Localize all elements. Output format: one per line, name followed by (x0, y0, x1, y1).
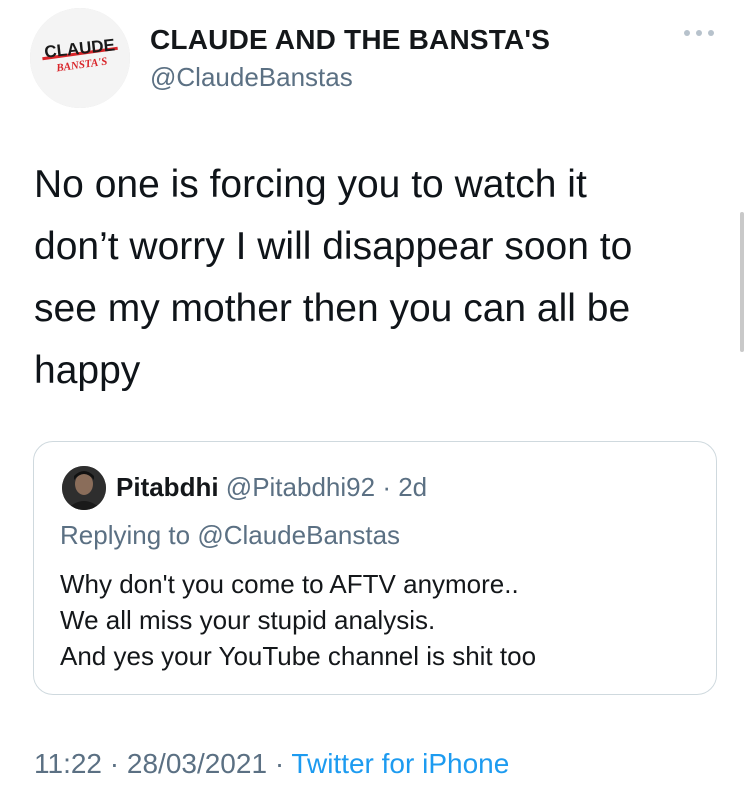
quoted-text-line: We all miss your stupid analysis. (60, 605, 436, 635)
person-avatar-icon (62, 466, 106, 510)
tweet-text-line: No one is forcing you to watch it (34, 163, 587, 206)
replying-to: Replying to @ClaudeBanstas (60, 520, 400, 551)
quoted-author-name[interactable]: Pitabdhi (116, 472, 219, 502)
quoted-author-handle[interactable]: @Pitabdhi92 (226, 472, 375, 502)
tweet-text-line: see my mother then you can all be (34, 287, 631, 330)
more-horizontal-icon[interactable] (682, 28, 716, 38)
author-avatar[interactable]: CLAUDE BANSTA'S (30, 8, 130, 108)
replying-label: Replying to (60, 520, 191, 550)
tweet-date[interactable]: 28/03/2021 (127, 748, 267, 779)
quoted-text: Why don't you come to AFTV anymore.. We … (60, 566, 536, 674)
tweet-source-link[interactable]: Twitter for iPhone (291, 748, 509, 779)
quoted-header: Pitabdhi @Pitabdhi92 · 2d (116, 472, 427, 503)
author-handle[interactable]: @ClaudeBanstas (150, 62, 353, 93)
tweet-text: No one is forcing you to watch it don’t … (34, 154, 714, 402)
quoted-text-line: And yes your YouTube channel is shit too (60, 641, 537, 671)
quoted-author-avatar[interactable] (62, 466, 106, 510)
author-display-name[interactable]: CLAUDE AND THE BANSTA'S (150, 24, 550, 56)
quoted-tweet[interactable]: Pitabdhi @Pitabdhi92 · 2d Replying to @C… (33, 441, 717, 695)
tweet-text-line: don’t worry I will disappear soon to (34, 225, 633, 268)
tweet-text-line: happy (34, 349, 141, 392)
quoted-age: 2d (398, 472, 428, 502)
tweet-footer: 11:22 · 28/03/2021 · Twitter for iPhone (34, 748, 509, 780)
separator-dot: · (382, 472, 391, 502)
tweet-time[interactable]: 11:22 (34, 748, 102, 779)
separator-dot: · (274, 748, 285, 779)
separator-dot: · (109, 748, 120, 779)
scrollbar[interactable] (740, 212, 744, 352)
tweet-card: CLAUDE BANSTA'S CLAUDE AND THE BANSTA'S … (0, 0, 750, 792)
replying-mention[interactable]: @ClaudeBanstas (197, 520, 400, 550)
quoted-text-line: Why don't you come to AFTV anymore.. (60, 569, 519, 599)
claude-banstas-logo-icon: CLAUDE BANSTA'S (30, 8, 130, 108)
